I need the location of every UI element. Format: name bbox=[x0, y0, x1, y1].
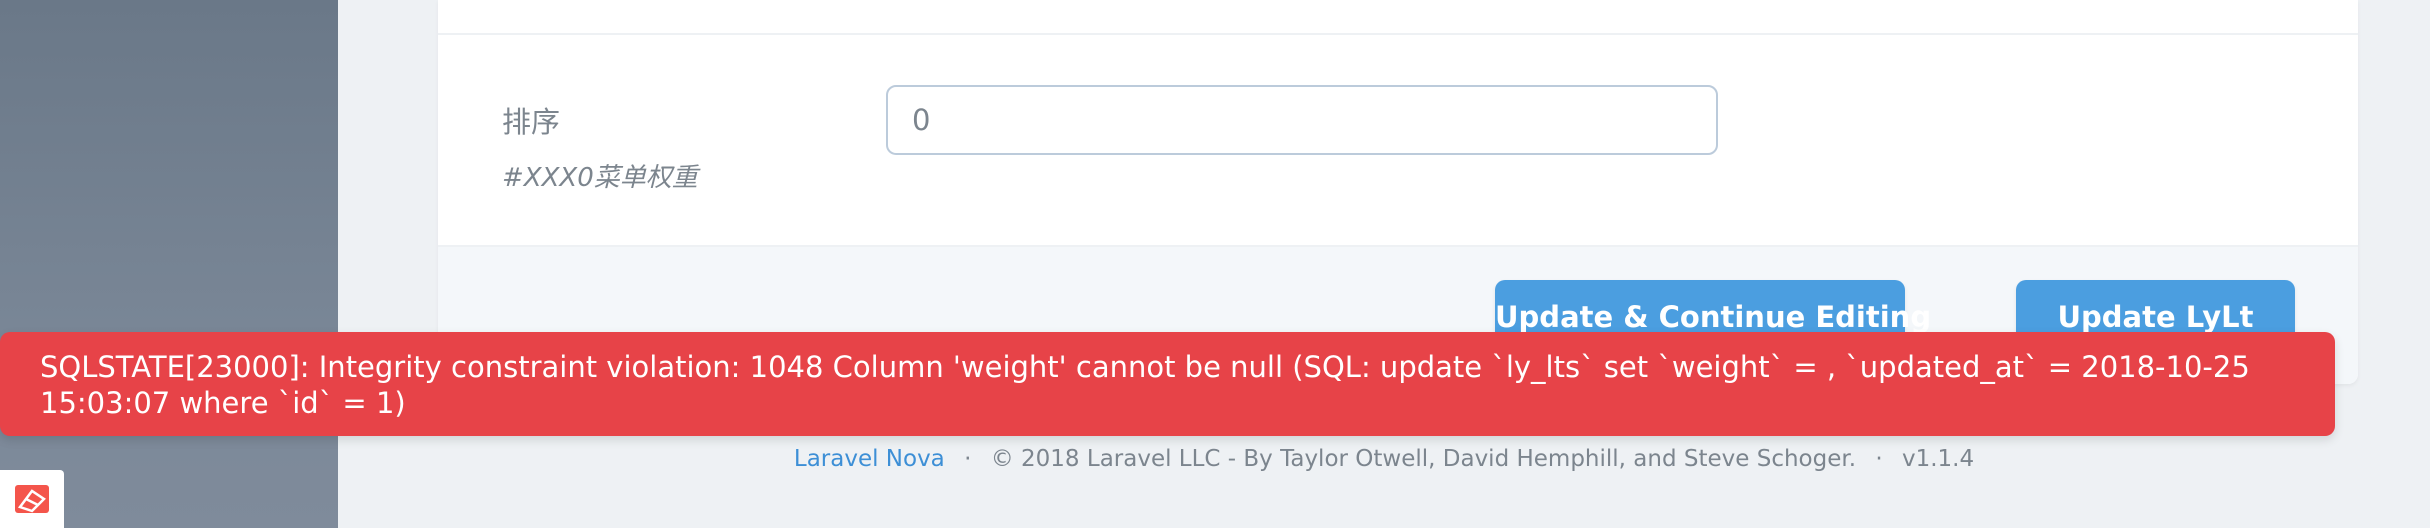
edit-form-card: 排序 #XXX0菜单权重 Update & Continue Editing U… bbox=[438, 0, 2358, 384]
footer-separator: · bbox=[1875, 446, 1883, 472]
sort-input[interactable] bbox=[886, 85, 1718, 155]
previous-field-row bbox=[438, 0, 2358, 35]
page: 排序 #XXX0菜单权重 Update & Continue Editing U… bbox=[0, 0, 2430, 528]
field-label: 排序 bbox=[502, 105, 561, 139]
field-row-sort: 排序 #XXX0菜单权重 bbox=[438, 35, 2358, 247]
sidebar bbox=[0, 0, 338, 528]
error-message: SQLSTATE[23000]: Integrity constraint vi… bbox=[40, 350, 2250, 420]
footer-version: v1.1.4 bbox=[1901, 446, 1975, 472]
laravel-nova-link[interactable]: Laravel Nova bbox=[794, 446, 945, 472]
laravel-logo-icon[interactable] bbox=[0, 470, 64, 528]
footer-separator: · bbox=[964, 446, 972, 472]
page-footer: Laravel Nova · © 2018 Laravel LLC - By T… bbox=[338, 446, 2430, 472]
footer-copyright: © 2018 Laravel LLC - By Taylor Otwell, D… bbox=[990, 446, 1857, 472]
error-toast[interactable]: SQLSTATE[23000]: Integrity constraint vi… bbox=[0, 332, 2335, 436]
field-help-text: #XXX0菜单权重 bbox=[502, 163, 698, 193]
